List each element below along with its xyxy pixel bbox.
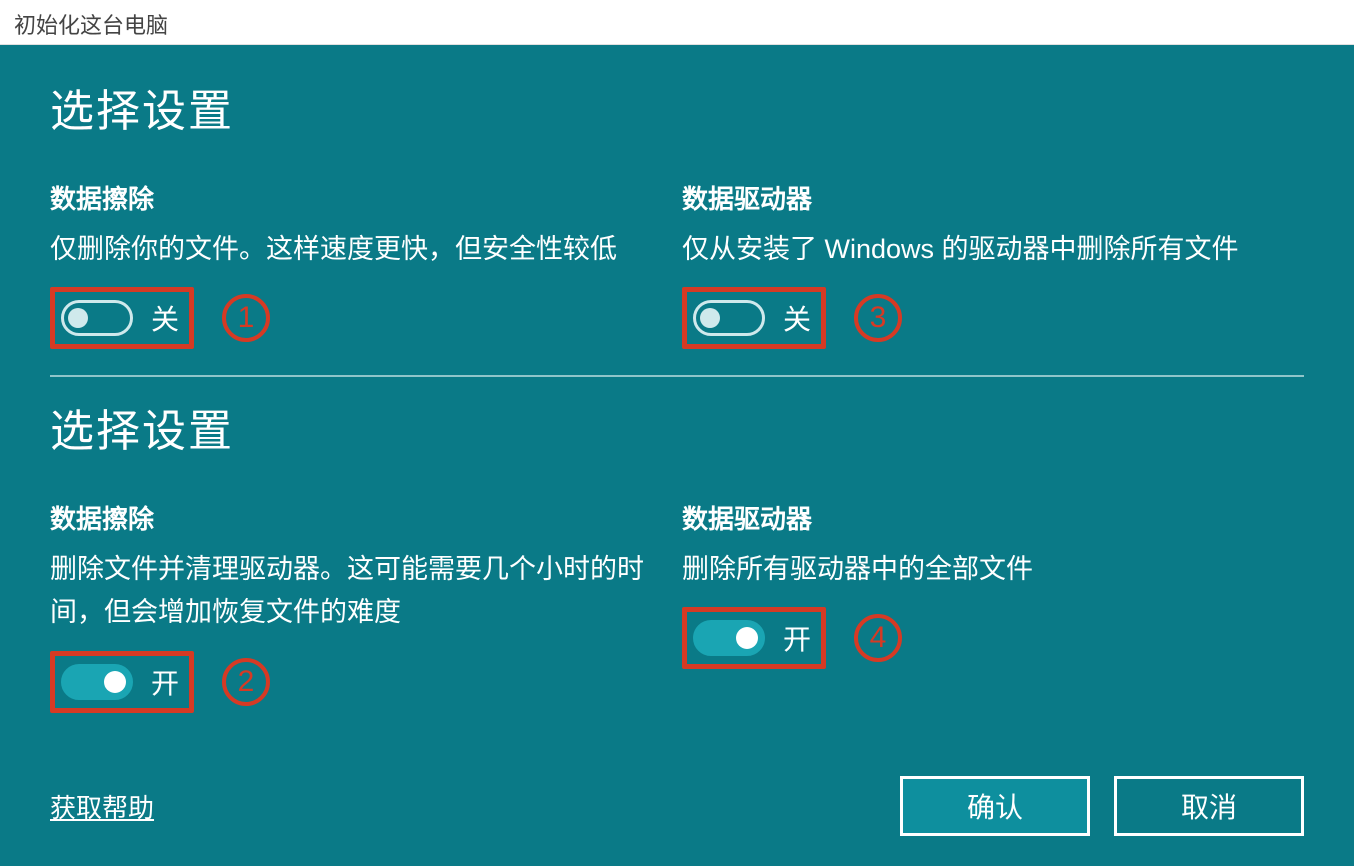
option-description: 删除所有驱动器中的全部文件 xyxy=(682,548,1304,591)
help-link[interactable]: 获取帮助 xyxy=(50,788,154,825)
settings-section-2: 选择设置 数据擦除 删除文件并清理驱动器。这可能需要几个小时的时间，但会增加恢复… xyxy=(50,395,1304,712)
cancel-button[interactable]: 取消 xyxy=(1114,776,1304,836)
toggle-data-erase[interactable] xyxy=(61,664,133,700)
toggle-highlight-box: 关 xyxy=(682,287,826,349)
option-data-erase: 数据擦除 仅删除你的文件。这样速度更快，但安全性较低 关 1 xyxy=(50,179,672,349)
annotation-marker: 4 xyxy=(854,614,902,662)
toggle-knob xyxy=(700,308,720,328)
toggle-knob xyxy=(68,308,88,328)
section-header: 选择设置 xyxy=(50,395,1304,459)
option-data-drive: 数据驱动器 仅从安装了 Windows 的驱动器中删除所有文件 关 3 xyxy=(682,179,1304,349)
annotation-marker: 2 xyxy=(222,658,270,706)
toggle-state-label: 开 xyxy=(783,618,811,658)
annotation-marker: 3 xyxy=(854,294,902,342)
confirm-button[interactable]: 确认 xyxy=(900,776,1090,836)
option-title: 数据擦除 xyxy=(50,179,672,216)
dialog-footer: 获取帮助 确认 取消 xyxy=(50,776,1304,836)
option-data-erase: 数据擦除 删除文件并清理驱动器。这可能需要几个小时的时间，但会增加恢复文件的难度… xyxy=(50,499,672,712)
toggle-data-drive[interactable] xyxy=(693,620,765,656)
toggle-highlight-box: 开 xyxy=(682,607,826,669)
settings-section-1: 选择设置 数据擦除 仅删除你的文件。这样速度更快，但安全性较低 关 1 数据驱动… xyxy=(50,75,1304,349)
toggle-highlight-box: 关 xyxy=(50,287,194,349)
option-data-drive: 数据驱动器 删除所有驱动器中的全部文件 开 4 xyxy=(682,499,1304,712)
option-description: 删除文件并清理驱动器。这可能需要几个小时的时间，但会增加恢复文件的难度 xyxy=(50,548,672,634)
option-title: 数据驱动器 xyxy=(682,179,1304,216)
option-description: 仅从安装了 Windows 的驱动器中删除所有文件 xyxy=(682,228,1304,271)
option-title: 数据擦除 xyxy=(50,499,672,536)
annotation-marker: 1 xyxy=(222,294,270,342)
option-description: 仅删除你的文件。这样速度更快，但安全性较低 xyxy=(50,228,672,271)
toggle-data-erase[interactable] xyxy=(61,300,133,336)
toggle-state-label: 关 xyxy=(783,298,811,338)
section-divider xyxy=(50,375,1304,377)
toggle-knob xyxy=(736,627,758,649)
option-title: 数据驱动器 xyxy=(682,499,1304,536)
section-header: 选择设置 xyxy=(50,75,1304,139)
window-title: 初始化这台电脑 xyxy=(14,13,168,38)
toggle-state-label: 关 xyxy=(151,298,179,338)
dialog-surface: 选择设置 数据擦除 仅删除你的文件。这样速度更快，但安全性较低 关 1 数据驱动… xyxy=(0,45,1354,866)
window-titlebar: 初始化这台电脑 xyxy=(0,0,1354,45)
toggle-highlight-box: 开 xyxy=(50,651,194,713)
toggle-knob xyxy=(104,671,126,693)
toggle-data-drive[interactable] xyxy=(693,300,765,336)
toggle-state-label: 开 xyxy=(151,662,179,702)
